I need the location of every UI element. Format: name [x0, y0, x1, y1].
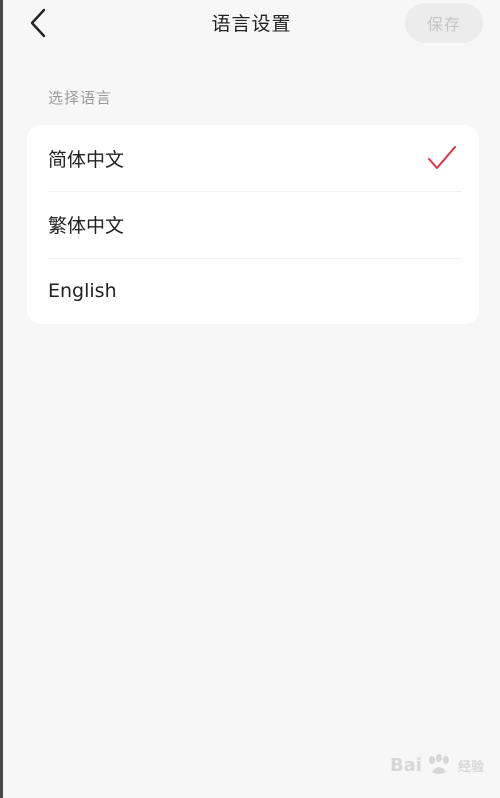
section-label: 选择语言 [48, 89, 113, 107]
language-option-english[interactable]: English [27, 258, 479, 324]
watermark-brand: Bai [389, 754, 422, 776]
paw-icon [428, 754, 449, 774]
language-list: 简体中文 繁体中文 English [27, 125, 479, 324]
watermark: Bai 经验 [390, 754, 484, 776]
checkmark-icon [428, 146, 456, 169]
screen: 语言设置 保存 选择语言 简体中文 繁体中文 English Bai 经验 [0, 0, 500, 798]
language-option-label: English [48, 280, 117, 302]
language-option-simplified-chinese[interactable]: 简体中文 [27, 125, 479, 191]
language-option-label: 简体中文 [48, 148, 125, 171]
language-option-traditional-chinese[interactable]: 繁体中文 [27, 191, 479, 257]
watermark-suffix: 经验 [457, 759, 484, 775]
save-button[interactable]: 保存 [405, 3, 483, 43]
language-option-label: 繁体中文 [48, 214, 125, 237]
header-bar: 语言设置 保存 [3, 0, 500, 46]
